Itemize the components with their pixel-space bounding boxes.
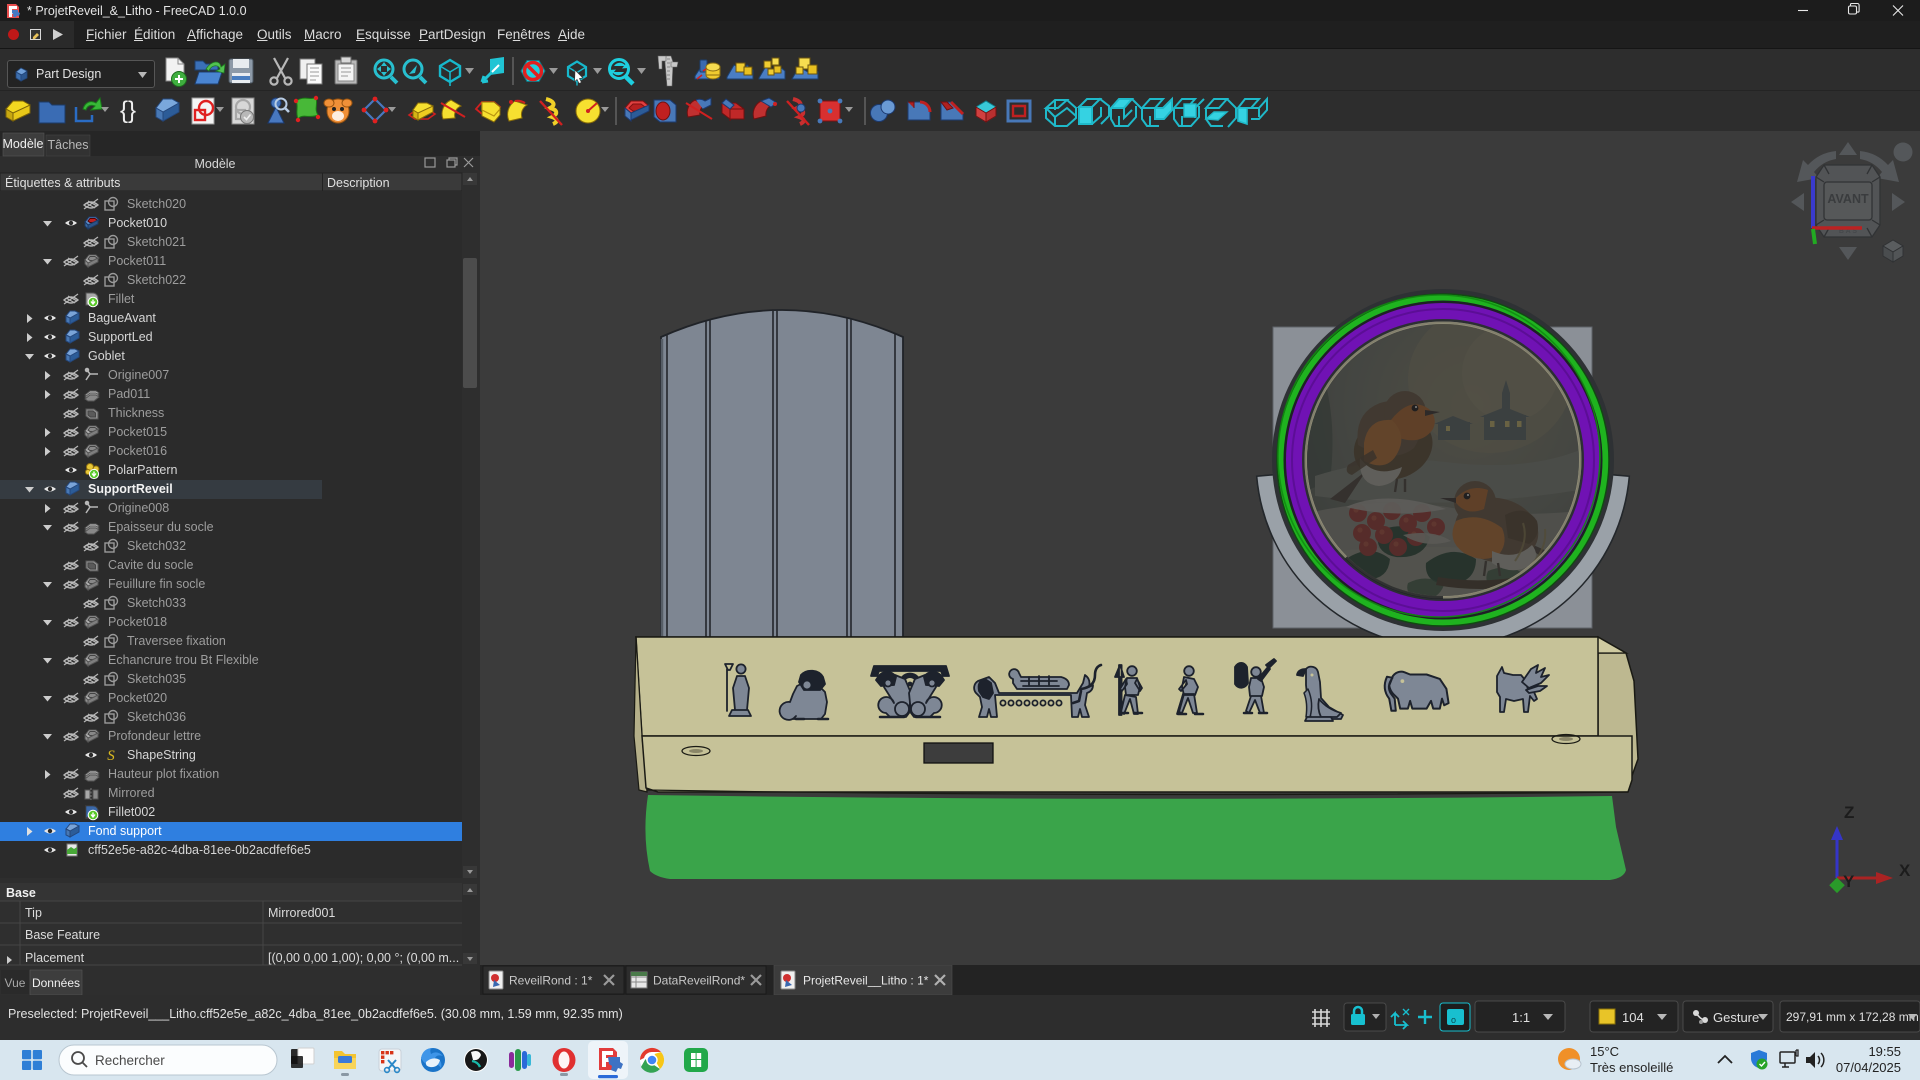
svg-text:Pocket010: Pocket010	[108, 216, 167, 230]
svg-text:19:55: 19:55	[1868, 1044, 1901, 1059]
svg-text:Pocket015: Pocket015	[108, 425, 167, 439]
svg-text:Pocket011: Pocket011	[108, 254, 166, 268]
svg-text:Modèle: Modèle	[195, 157, 236, 171]
svg-text:07/04/2025: 07/04/2025	[1836, 1060, 1901, 1075]
svg-text:104: 104	[1622, 1010, 1644, 1025]
svg-text:1:1: 1:1	[1512, 1010, 1530, 1025]
svg-text:Cavite du socle: Cavite du socle	[108, 558, 194, 572]
svg-text:Goblet: Goblet	[88, 349, 125, 363]
svg-text:Z: Z	[1844, 803, 1854, 822]
svg-text:Echancrure trou Bt Flexible: Echancrure trou Bt Flexible	[108, 653, 259, 667]
svg-text:Origine008: Origine008	[108, 501, 169, 515]
svg-text:Pocket016: Pocket016	[108, 444, 167, 458]
svg-text:Origine007: Origine007	[108, 368, 169, 382]
svg-text:SupportReveil: SupportReveil	[88, 482, 173, 496]
svg-text:[(0,00 0,00 1,00); 0,00 °; (0,: [(0,00 0,00 1,00); 0,00 °; (0,00 m...	[268, 951, 459, 965]
svg-text:Description: Description	[327, 176, 390, 190]
svg-text:{}: {}	[120, 97, 136, 124]
svg-text:Sketch020: Sketch020	[127, 197, 186, 211]
svg-text:Y: Y	[1843, 872, 1855, 891]
svg-text:ReveilRond : 1*: ReveilRond : 1*	[509, 974, 593, 988]
svg-text:Mirrored001: Mirrored001	[268, 906, 335, 920]
svg-text:Sketch021: Sketch021	[127, 235, 186, 249]
svg-text:Étiquettes & attributs: Étiquettes & attributs	[5, 175, 120, 190]
svg-text:Tâches: Tâches	[48, 138, 89, 152]
svg-text:X: X	[1899, 861, 1911, 880]
svg-text:Sketch033: Sketch033	[127, 596, 186, 610]
svg-text:Thickness: Thickness	[108, 406, 164, 420]
svg-text:Gesture: Gesture	[1713, 1010, 1759, 1025]
svg-text:Sketch032: Sketch032	[127, 539, 186, 553]
svg-text:Sketch036: Sketch036	[127, 710, 186, 724]
svg-text:Modèle: Modèle	[3, 137, 44, 151]
svg-text:Pocket020: Pocket020	[108, 691, 167, 705]
svg-text:Placement: Placement	[25, 951, 85, 965]
svg-text:Traversee fixation: Traversee fixation	[127, 634, 226, 648]
svg-text:Sketch035: Sketch035	[127, 672, 186, 686]
svg-text:Base: Base	[6, 886, 36, 900]
svg-text:Sketch022: Sketch022	[127, 273, 186, 287]
svg-text:Hauteur plot fixation: Hauteur plot fixation	[108, 767, 219, 781]
svg-text:SupportLed: SupportLed	[88, 330, 153, 344]
svg-text:Très ensoleillé: Très ensoleillé	[1590, 1060, 1673, 1075]
svg-text:cff52e5e-a82c-4dba-81ee-0b2acd: cff52e5e-a82c-4dba-81ee-0b2acdfef6e5	[88, 843, 311, 857]
svg-text:PolarPattern: PolarPattern	[108, 463, 178, 477]
svg-text:Base Feature: Base Feature	[25, 928, 100, 942]
svg-text:Tip: Tip	[25, 906, 42, 920]
svg-text:Vue: Vue	[5, 976, 26, 990]
svg-text:Feuillure fin socle: Feuillure fin socle	[108, 577, 205, 591]
svg-text:Fillet002: Fillet002	[108, 805, 155, 819]
svg-text:Profondeur lettre: Profondeur lettre	[108, 729, 201, 743]
svg-text:Fillet: Fillet	[108, 292, 135, 306]
svg-text:S: S	[107, 748, 115, 764]
svg-text:Fond support: Fond support	[88, 824, 162, 838]
svg-text:15°C: 15°C	[1590, 1044, 1619, 1059]
svg-text:Epaisseur du socle: Epaisseur du socle	[108, 520, 214, 534]
svg-text:Rechercher: Rechercher	[95, 1053, 165, 1068]
svg-text:Données: Données	[32, 976, 80, 990]
svg-text:AVANT: AVANT	[1827, 192, 1869, 206]
svg-text:Pocket018: Pocket018	[108, 615, 167, 629]
svg-text:DataReveilRond*: DataReveilRond*	[653, 974, 745, 988]
svg-text:ShapeString: ShapeString	[127, 748, 196, 762]
svg-text:BagueAvant: BagueAvant	[88, 311, 156, 325]
svg-text:ProjetReveil__Litho : 1*: ProjetReveil__Litho : 1*	[803, 974, 929, 988]
svg-text:Mirrored: Mirrored	[108, 786, 155, 800]
svg-text:Pad011: Pad011	[108, 387, 150, 401]
svg-text:297,91 mm x 172,28 mm: 297,91 mm x 172,28 mm	[1786, 1010, 1919, 1024]
svg-text:o: o	[1451, 1015, 1456, 1025]
